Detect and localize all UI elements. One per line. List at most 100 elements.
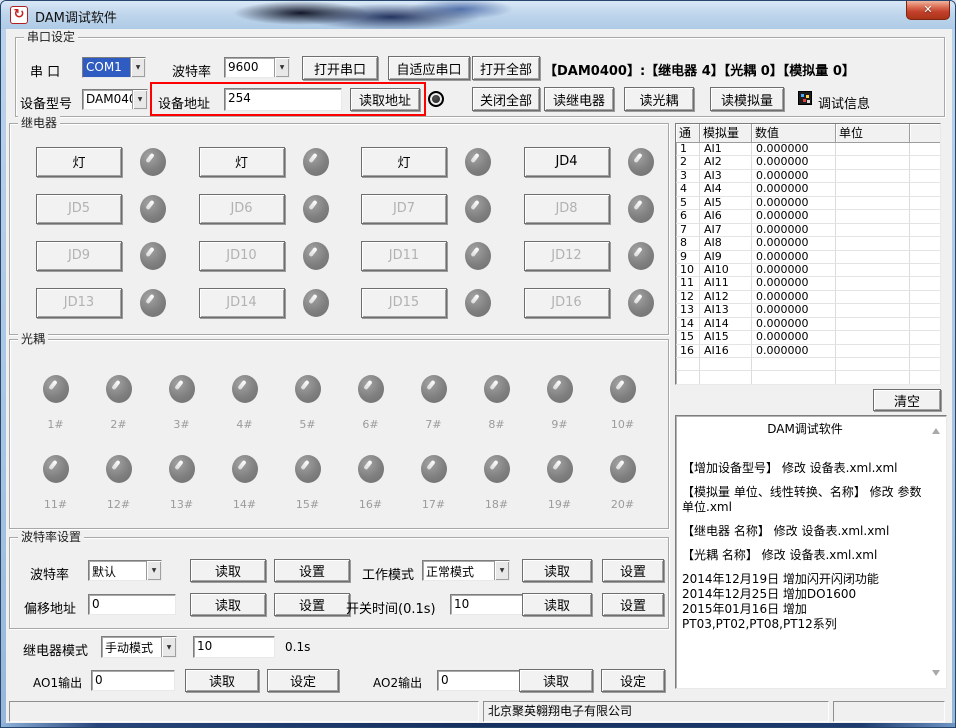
ao1-read-button[interactable]: 读取 bbox=[185, 669, 259, 692]
col-header-channel[interactable]: 通 bbox=[676, 124, 700, 143]
relay-button[interactable]: 灯 bbox=[199, 147, 285, 177]
relay-button[interactable]: JD10 bbox=[199, 241, 285, 271]
table-row[interactable] bbox=[676, 371, 940, 384]
table-row[interactable]: 8 AI8 0.000000 bbox=[676, 237, 940, 250]
relay-button[interactable]: JD13 bbox=[36, 288, 122, 318]
col-header-extra[interactable] bbox=[910, 124, 940, 143]
scroll-up-icon[interactable] bbox=[932, 428, 940, 434]
read-analog-button[interactable]: 读模拟量 bbox=[710, 87, 784, 111]
table-row[interactable]: 1 AI1 0.000000 bbox=[676, 143, 940, 156]
baud-rate-select[interactable]: 9600 bbox=[224, 57, 290, 78]
combo-arrow-icon[interactable] bbox=[494, 561, 509, 580]
work-mode-select[interactable]: 正常模式 bbox=[422, 560, 510, 581]
switch-read-button[interactable]: 读取 bbox=[522, 593, 592, 616]
baud-set-button[interactable]: 设置 bbox=[274, 559, 350, 582]
relay-button[interactable]: 灯 bbox=[361, 147, 447, 177]
relay-button[interactable]: JD8 bbox=[524, 194, 610, 224]
analog-table: 通 模拟量 数值 单位 1 AI1 0.000000 bbox=[675, 123, 941, 385]
debug-info-icon[interactable] bbox=[798, 91, 812, 105]
table-row[interactable]: 7 AI7 0.000000 bbox=[676, 224, 940, 237]
cell-analog: AI16 bbox=[700, 345, 752, 358]
opto-led-icon bbox=[421, 455, 447, 483]
opto-item: 9# bbox=[528, 362, 591, 442]
table-row[interactable]: 11 AI11 0.000000 bbox=[676, 277, 940, 290]
baud-read-button[interactable]: 读取 bbox=[190, 559, 266, 582]
read-opto-button[interactable]: 读光耦 bbox=[624, 87, 694, 111]
open-serial-button[interactable]: 打开串口 bbox=[302, 56, 378, 80]
table-row[interactable]: 16 AI16 0.000000 bbox=[676, 345, 940, 358]
device-model-select[interactable]: DAM0400 bbox=[82, 89, 148, 110]
ao2-read-button[interactable]: 读取 bbox=[519, 669, 593, 692]
title-bar[interactable]: ↻ DAM调试软件 ✕ bbox=[1, 1, 956, 29]
offset-set-button[interactable]: 设置 bbox=[274, 593, 350, 616]
opto-item: 13# bbox=[150, 442, 213, 522]
combo-arrow-icon[interactable] bbox=[161, 637, 176, 657]
col-header-analog[interactable]: 模拟量 bbox=[700, 124, 752, 143]
serial-port-select[interactable]: COM1 bbox=[82, 57, 146, 78]
table-row[interactable]: 13 AI13 0.000000 bbox=[676, 304, 940, 317]
scroll-down-icon[interactable] bbox=[932, 670, 940, 676]
cell-unit bbox=[836, 197, 910, 210]
table-row[interactable] bbox=[676, 358, 940, 371]
combo-arrow-icon[interactable] bbox=[130, 58, 145, 77]
combo-arrow-icon[interactable] bbox=[274, 58, 289, 77]
relay-button[interactable]: JD12 bbox=[524, 241, 610, 271]
table-row[interactable]: 2 AI2 0.000000 bbox=[676, 156, 940, 169]
table-row[interactable]: 4 AI4 0.000000 bbox=[676, 183, 940, 196]
mode-read-button[interactable]: 读取 bbox=[522, 559, 592, 582]
cell-value bbox=[752, 371, 836, 384]
offset-address-input[interactable]: 0 bbox=[88, 594, 176, 615]
auto-serial-button[interactable]: 自适应串口 bbox=[388, 56, 470, 80]
relay-button[interactable]: JD15 bbox=[361, 288, 447, 318]
cell-value: 0.000000 bbox=[752, 224, 836, 237]
close-all-button[interactable]: 关闭全部 bbox=[472, 87, 540, 111]
table-row[interactable]: 3 AI3 0.000000 bbox=[676, 170, 940, 183]
table-row[interactable]: 5 AI5 0.000000 bbox=[676, 197, 940, 210]
relay-button[interactable]: JD9 bbox=[36, 241, 122, 271]
open-all-button[interactable]: 打开全部 bbox=[472, 56, 540, 80]
table-row[interactable]: 12 AI12 0.000000 bbox=[676, 291, 940, 304]
cell-extra bbox=[910, 318, 940, 331]
clear-button[interactable]: 清空 bbox=[873, 389, 941, 411]
relay-led-icon bbox=[628, 289, 654, 317]
relay-button[interactable]: JD7 bbox=[361, 194, 447, 224]
ao2-input[interactable]: 0 bbox=[437, 670, 521, 691]
relay-button[interactable]: JD11 bbox=[361, 241, 447, 271]
relay-button[interactable]: JD4 bbox=[524, 147, 610, 177]
relay-button[interactable]: JD14 bbox=[199, 288, 285, 318]
relay-button[interactable]: 灯 bbox=[36, 147, 122, 177]
ao1-input[interactable]: 0 bbox=[91, 670, 175, 691]
relay-button[interactable]: JD16 bbox=[524, 288, 610, 318]
ao1-set-button[interactable]: 设定 bbox=[267, 669, 339, 692]
relay-mode-select[interactable]: 手动模式 bbox=[101, 636, 177, 658]
col-header-value[interactable]: 数值 bbox=[752, 124, 836, 143]
read-address-button[interactable]: 读取地址 bbox=[350, 88, 420, 111]
opto-grid: 1# 2# 3# 4# bbox=[24, 362, 654, 522]
table-row[interactable]: 10 AI10 0.000000 bbox=[676, 264, 940, 277]
switch-set-button[interactable]: 设置 bbox=[602, 593, 664, 616]
combo-arrow-icon[interactable] bbox=[132, 90, 147, 109]
baud-cfg-select[interactable]: 默认 bbox=[88, 560, 162, 581]
col-header-unit[interactable]: 单位 bbox=[836, 124, 910, 143]
table-row[interactable]: 15 AI15 0.000000 bbox=[676, 331, 940, 344]
ao2-set-button[interactable]: 设定 bbox=[601, 669, 665, 692]
cell-analog: AI13 bbox=[700, 304, 752, 317]
relay-button[interactable]: JD6 bbox=[199, 194, 285, 224]
close-button[interactable]: ✕ bbox=[906, 1, 950, 20]
read-relay-button[interactable]: 读继电器 bbox=[544, 87, 614, 111]
cell-extra bbox=[910, 183, 940, 196]
relay-time-input[interactable]: 10 bbox=[193, 636, 275, 658]
table-row[interactable]: 9 AI9 0.000000 bbox=[676, 251, 940, 264]
info-panel[interactable]: DAM调试软件 【增加设备型号】 修改 设备表.xml.xml 【模拟量 单位、… bbox=[675, 415, 947, 689]
device-address-input[interactable]: 254 bbox=[224, 88, 342, 111]
cell-unit bbox=[836, 345, 910, 358]
debug-info-label[interactable]: 调试信息 bbox=[818, 93, 870, 112]
relay-button[interactable]: JD5 bbox=[36, 194, 122, 224]
switch-time-input[interactable]: 10 bbox=[450, 594, 528, 615]
table-row[interactable]: 6 AI6 0.000000 bbox=[676, 210, 940, 223]
table-row[interactable]: 14 AI14 0.000000 bbox=[676, 318, 940, 331]
offset-read-button[interactable]: 读取 bbox=[190, 593, 266, 616]
combo-arrow-icon[interactable] bbox=[146, 561, 161, 580]
cell-extra bbox=[910, 237, 940, 250]
mode-set-button[interactable]: 设置 bbox=[602, 559, 664, 582]
